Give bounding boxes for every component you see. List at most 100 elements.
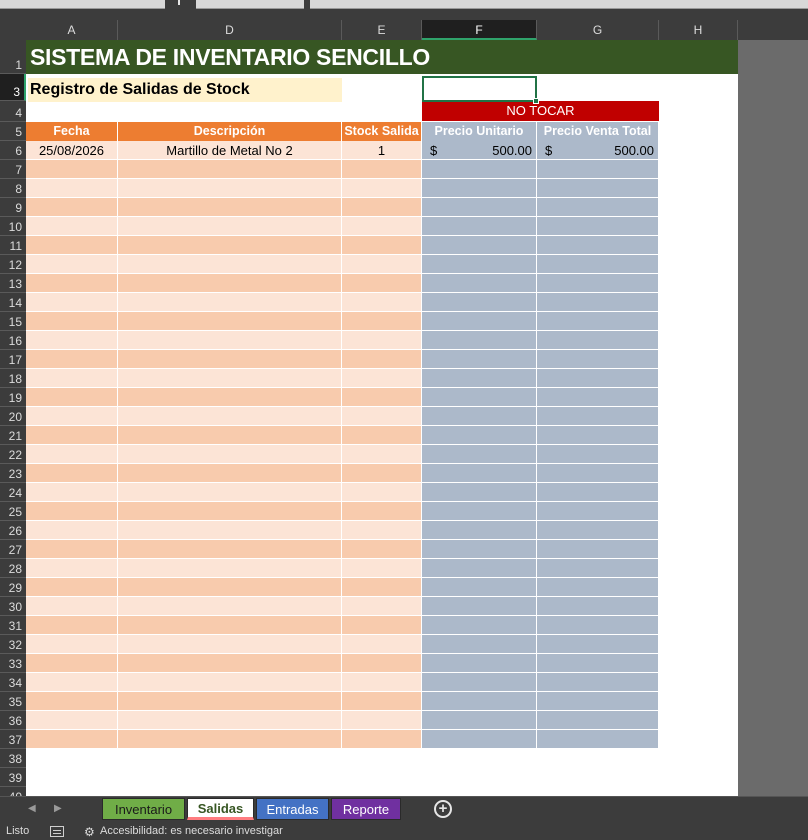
cell-precio-unitario[interactable]: [422, 521, 537, 540]
row-header-20[interactable]: 20: [0, 407, 26, 426]
accessibility-icon[interactable]: ⚙: [84, 823, 95, 840]
cell-precio-unitario[interactable]: [422, 255, 537, 274]
cell-precio-unitario[interactable]: [422, 274, 537, 293]
cell-stock-salida[interactable]: [342, 635, 422, 654]
cell-precio-venta-total[interactable]: [537, 350, 659, 369]
cell-precio-unitario[interactable]: [422, 198, 537, 217]
cell-precio-unitario[interactable]: [422, 673, 537, 692]
row-header-1[interactable]: 1: [0, 40, 26, 74]
cell-precio-unitario[interactable]: [422, 711, 537, 730]
cell-fecha[interactable]: [26, 217, 118, 236]
active-cell-f3[interactable]: [422, 76, 539, 104]
cell-descripcion[interactable]: [118, 464, 342, 483]
cell-stock-salida[interactable]: [342, 236, 422, 255]
cell-precio-unitario[interactable]: [422, 426, 537, 445]
cell-descripcion[interactable]: [118, 578, 342, 597]
row-header-4[interactable]: 4: [0, 101, 26, 122]
cell-fecha[interactable]: [26, 502, 118, 521]
cell-precio-venta-total[interactable]: [537, 521, 659, 540]
cell-descripcion[interactable]: [118, 426, 342, 445]
cell-descripcion[interactable]: [118, 331, 342, 350]
row-header-12[interactable]: 12: [0, 255, 26, 274]
cell-precio-venta-total[interactable]: [537, 198, 659, 217]
cell-precio-venta-total[interactable]: [537, 540, 659, 559]
cell-descripcion[interactable]: [118, 616, 342, 635]
cell-precio-unitario[interactable]: [422, 483, 537, 502]
row-header-33[interactable]: 33: [0, 654, 26, 673]
cell-precio-venta-total[interactable]: [537, 407, 659, 426]
row-header-21[interactable]: 21: [0, 426, 26, 445]
tab-reporte[interactable]: Reporte: [331, 798, 401, 820]
cell-precio-venta-total[interactable]: [537, 730, 659, 749]
cell-precio-venta-total[interactable]: [537, 559, 659, 578]
cell-stock-salida[interactable]: [342, 255, 422, 274]
cell-fecha[interactable]: [26, 635, 118, 654]
row-header-22[interactable]: 22: [0, 445, 26, 464]
cell-precio-unitario[interactable]: [422, 312, 537, 331]
column-header-a[interactable]: A: [26, 20, 118, 40]
cell-precio-venta-total[interactable]: [537, 274, 659, 293]
cell-precio-venta-total[interactable]: [537, 426, 659, 445]
row-header-27[interactable]: 27: [0, 540, 26, 559]
cell-precio-unitario[interactable]: [422, 217, 537, 236]
cell-fecha[interactable]: [26, 426, 118, 445]
cell-fecha[interactable]: [26, 483, 118, 502]
cell-precio-unitario[interactable]: [422, 635, 537, 654]
cell-fecha[interactable]: [26, 692, 118, 711]
cell-precio-unitario[interactable]: [422, 616, 537, 635]
cell-precio-venta-total[interactable]: [537, 293, 659, 312]
cell-descripcion[interactable]: [118, 407, 342, 426]
cell-fecha[interactable]: [26, 388, 118, 407]
worksheet-grid[interactable]: SISTEMA DE INVENTARIO SENCILLO Registro …: [26, 40, 738, 796]
cell-fecha[interactable]: [26, 597, 118, 616]
row-header-9[interactable]: 9: [0, 198, 26, 217]
cell-stock-salida[interactable]: [342, 521, 422, 540]
cell-stock-salida[interactable]: [342, 198, 422, 217]
row-header-10[interactable]: 10: [0, 217, 26, 236]
row-header-28[interactable]: 28: [0, 559, 26, 578]
cell-precio-venta-total[interactable]: [537, 578, 659, 597]
cell-fecha[interactable]: [26, 578, 118, 597]
cell-descripcion[interactable]: [118, 369, 342, 388]
cell-stock-salida[interactable]: [342, 388, 422, 407]
cell-precio-unitario[interactable]: [422, 597, 537, 616]
cell-fecha[interactable]: [26, 312, 118, 331]
cell-descripcion[interactable]: [118, 160, 342, 179]
row-header-25[interactable]: 25: [0, 502, 26, 521]
cell-precio-venta-total[interactable]: [537, 673, 659, 692]
cell-stock-salida[interactable]: [342, 559, 422, 578]
cell-descripcion[interactable]: [118, 483, 342, 502]
cell-stock-salida[interactable]: [342, 616, 422, 635]
cell-precio-unitario[interactable]: [422, 464, 537, 483]
cell-descripcion[interactable]: [118, 711, 342, 730]
cell-descripcion[interactable]: [118, 559, 342, 578]
cell-fecha[interactable]: [26, 445, 118, 464]
row-header-17[interactable]: 17: [0, 350, 26, 369]
cell-stock-salida[interactable]: [342, 312, 422, 331]
fill-handle[interactable]: [533, 98, 539, 104]
column-header-d[interactable]: D: [118, 20, 342, 40]
cell-precio-venta-total[interactable]: $500.00: [537, 141, 659, 160]
cell-fecha[interactable]: [26, 711, 118, 730]
row-header-26[interactable]: 26: [0, 521, 26, 540]
row-header-30[interactable]: 30: [0, 597, 26, 616]
cell-stock-salida[interactable]: [342, 673, 422, 692]
row-header-37[interactable]: 37: [0, 730, 26, 749]
cell-stock-salida[interactable]: [342, 445, 422, 464]
formula-buttons[interactable]: [196, 0, 304, 9]
column-header-h[interactable]: H: [659, 20, 738, 40]
cell-precio-venta-total[interactable]: [537, 312, 659, 331]
cell-fecha[interactable]: [26, 274, 118, 293]
cell-fecha[interactable]: [26, 293, 118, 312]
cell-stock-salida[interactable]: [342, 331, 422, 350]
cell-fecha[interactable]: [26, 730, 118, 749]
cell-stock-salida[interactable]: [342, 692, 422, 711]
row-header-35[interactable]: 35: [0, 692, 26, 711]
cell-stock-salida[interactable]: 1: [342, 141, 422, 160]
cell-precio-unitario[interactable]: [422, 293, 537, 312]
cell-precio-unitario[interactable]: [422, 179, 537, 198]
row-header-16[interactable]: 16: [0, 331, 26, 350]
cell-descripcion[interactable]: [118, 255, 342, 274]
cell-stock-salida[interactable]: [342, 160, 422, 179]
row-header-29[interactable]: 29: [0, 578, 26, 597]
